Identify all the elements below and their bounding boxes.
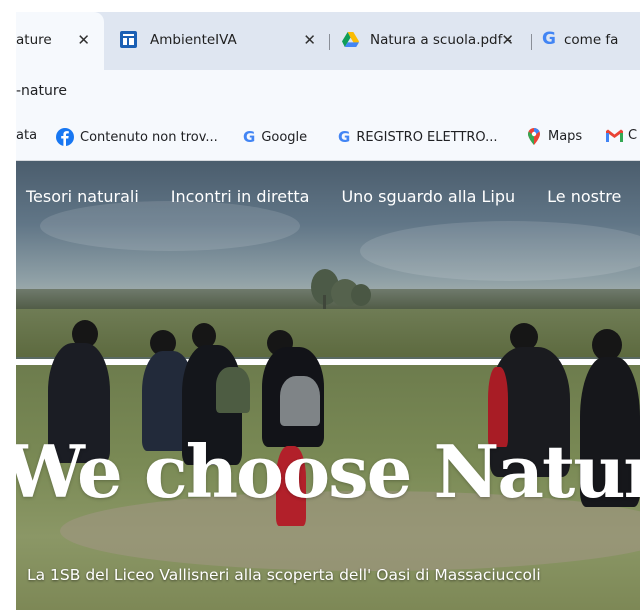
gmail-icon	[606, 129, 623, 142]
nav-sguardo-lipu[interactable]: Uno sguardo alla Lipu	[341, 187, 515, 206]
backpack	[216, 367, 250, 413]
hero-subtitle: La 1SB del Liceo Vallisneri alla scopert…	[27, 566, 541, 584]
maps-pin-icon	[528, 128, 540, 145]
tab-separator	[329, 34, 330, 50]
google-drive-icon	[342, 31, 359, 48]
hero-section: Tesori naturali Incontri in diretta Uno …	[0, 161, 640, 610]
tab-google-search[interactable]: G come fa	[532, 12, 640, 70]
site-nav: Tesori naturali Incontri in diretta Uno …	[26, 187, 640, 206]
nav-le-nostre[interactable]: Le nostre	[547, 187, 621, 206]
tree	[311, 269, 371, 309]
bookmark-facebook[interactable]: Contenuto non trov...	[56, 128, 218, 146]
google-icon: G	[338, 128, 351, 146]
tab-title: come fa	[564, 32, 619, 48]
nav-incontri-in-diretta[interactable]: Incontri in diretta	[171, 187, 310, 206]
facebook-icon	[56, 128, 74, 146]
google-icon: G	[243, 128, 256, 146]
left-margin	[0, 12, 16, 610]
bookmark-label: ata	[16, 128, 38, 143]
bookmark-gmail[interactable]: C	[606, 128, 637, 143]
bookmark-item[interactable]: ata	[16, 128, 37, 143]
bookmark-label: REGISTRO ELETTRO...	[356, 129, 498, 145]
tab-title: ature	[16, 32, 52, 48]
url-text[interactable]: -nature	[16, 83, 67, 99]
tab-natura-pdf[interactable]: Natura a scuola.pdf - ✕	[332, 12, 528, 70]
close-tab-icon[interactable]: ✕	[501, 31, 514, 49]
tab-title: AmbienteIVA	[150, 32, 237, 48]
bookmark-label: Contenuto non trov...	[80, 129, 218, 145]
bookmarks-bar: ata Contenuto non trov... G Google G REG…	[0, 114, 640, 161]
ambienteiva-icon	[120, 31, 137, 48]
close-tab-icon[interactable]: ✕	[77, 31, 90, 49]
tab-title: Natura a scuola.pdf -	[370, 32, 512, 48]
nav-tesori-naturali[interactable]: Tesori naturali	[26, 187, 139, 206]
hero-title: We choose Nature	[4, 429, 640, 514]
bookmark-maps[interactable]: Maps	[528, 128, 582, 145]
bookmark-google[interactable]: G Google	[243, 128, 307, 146]
bookmark-label: Google	[261, 129, 308, 145]
bookmark-label: Maps	[548, 129, 583, 144]
address-bar[interactable]: -nature	[0, 70, 640, 114]
top-margin	[0, 0, 640, 12]
cloud	[360, 221, 640, 281]
tab-strip: ature ✕ AmbienteIVA ✕ Natura a scuola.pd…	[0, 12, 640, 70]
bookmark-label: C	[628, 128, 638, 143]
tab-ambienteiva[interactable]: AmbienteIVA ✕	[104, 12, 330, 70]
cloud	[40, 201, 300, 251]
backpack	[280, 376, 320, 426]
google-icon: G	[542, 29, 556, 49]
close-tab-icon[interactable]: ✕	[303, 31, 316, 49]
bookmark-registro[interactable]: G REGISTRO ELETTRO...	[338, 128, 498, 146]
